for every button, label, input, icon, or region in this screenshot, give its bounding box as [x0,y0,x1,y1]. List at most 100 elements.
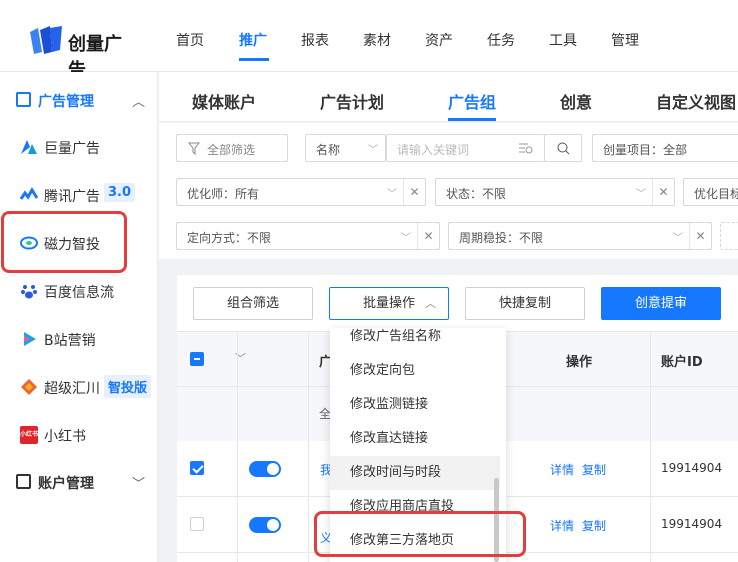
sidebar-item-juliang[interactable]: 巨量广告 [0,126,158,166]
row-status-toggle[interactable] [249,517,281,533]
juliang-icon [21,140,37,154]
tab-ad-plans[interactable]: 广告计划 [320,89,384,113]
optimizer-value: 优化师：所有 [187,187,260,201]
batch-operations-button[interactable]: 批量操作 ︿ [329,287,449,320]
account-icon [16,474,31,489]
sidebar-group-account-management[interactable]: 账户管理 ﹀ [0,462,158,502]
keyword-placeholder: 请输入关键词 [397,143,470,157]
account-id: 19914904 [661,517,723,531]
baidu-icon [21,285,37,299]
menu-item-edit-tracking-link[interactable]: 修改监测链接 [330,388,500,422]
sidebar-item-label: 小红书 [44,429,86,445]
nav-promote[interactable]: 推广 [239,30,267,50]
filter-icon [188,142,200,155]
chevron-down-icon: ﹀ [636,189,646,200]
sidebar-group-label: 账户管理 [38,476,94,492]
nav-home[interactable]: 首页 [176,30,204,50]
chevron-up-icon: ︿ [425,297,436,310]
add-filter-slot[interactable] [720,222,738,250]
cycle-bid-select[interactable]: 周期稳投：不限 ﹀ ✕ [448,222,712,250]
chevron-down-icon: ﹀ [132,477,146,492]
project-select[interactable]: 创量项目：全部 [592,134,738,162]
sidebar-group-ad-management[interactable]: 广告管理 ︿ [0,80,158,120]
search-icon [557,142,570,155]
nav-tasks[interactable]: 任务 [487,30,515,50]
entity-tabs: 媒体账户 广告计划 广告组 创意 自定义视图 [159,72,738,122]
row-checkbox[interactable] [190,517,204,531]
column-header-account-id[interactable]: 账户ID [661,351,703,370]
sidebar-item-xiaohongshu[interactable]: 小红书 小红书 [0,414,158,454]
tab-ad-groups[interactable]: 广告组 [448,89,496,113]
all-filter-label: 全部筛选 [207,143,256,157]
nav-materials[interactable]: 素材 [363,30,391,50]
ad-icon [16,92,31,107]
copy-link[interactable]: 复制 [582,517,606,534]
optimize-target-value: 优化目标 [694,187,738,201]
sidebar-item-tencent[interactable]: 腾讯广告 3.0 [0,174,158,214]
creative-submit-button[interactable]: 创意提审 [601,287,721,320]
copy-link[interactable]: 复制 [582,461,606,478]
sidebar-item-huichuan[interactable]: 超级汇川 智投版 [0,366,158,406]
nav-reports[interactable]: 报表 [301,30,329,50]
bilibili-icon [24,332,36,346]
chevron-down-icon: ﹀ [387,189,397,200]
status-value: 状态：不限 [446,187,507,201]
clear-icon[interactable]: ✕ [417,223,439,249]
clear-icon[interactable]: ✕ [652,179,674,205]
row-checkbox[interactable] [190,461,204,475]
tab-creatives[interactable]: 创意 [560,89,592,113]
brand-logo[interactable]: 创量广告 [28,26,138,81]
sidebar-item-label: 百度信息流 [44,285,114,301]
column-divider [650,331,651,562]
sidebar-item-label: 巨量广告 [44,141,100,157]
edition-badge: 智投版 [104,375,152,398]
batch-operations-label: 批量操作 [362,296,415,311]
combo-filter-button[interactable]: 组合筛选 [193,287,313,320]
tab-custom-view[interactable]: 自定义视图 [656,89,736,113]
menu-item-edit-direct-link[interactable]: 修改直达链接 [330,422,500,456]
nav-assets[interactable]: 资产 [425,30,453,50]
tab-media-accounts[interactable]: 媒体账户 [192,89,256,113]
column-header-operations: 操作 [566,355,593,370]
sidebar-item-label: 腾讯广告 [44,189,100,205]
sidebar-group-label: 广告管理 [38,94,94,110]
chevron-down-icon: ﹀ [401,233,411,244]
targeting-select[interactable]: 定向方式：不限 ﹀ ✕ [176,222,440,250]
quick-copy-button[interactable]: 快捷复制 [465,287,585,320]
nav-admin[interactable]: 管理 [611,30,639,50]
clear-icon[interactable]: ✕ [689,223,711,249]
sidebar-item-bilibili[interactable]: B站营销 [0,318,158,358]
name-field-value: 名称 [316,143,341,157]
keyword-input[interactable]: 请输入关键词 [386,134,545,162]
targeting-value: 定向方式：不限 [187,231,272,245]
sidebar: 广告管理 ︿ 巨量广告 腾讯广告 3.0 磁力智投 百度信息流 B站营销 超级汇… [0,72,158,562]
account-id: 19914904 [661,461,723,475]
chevron-down-icon: ﹀ [673,233,683,244]
optimize-target-select[interactable]: 优化目标 [683,178,738,206]
column-divider [237,331,238,562]
batch-input-icon[interactable] [518,142,533,155]
tab-active-indicator [448,118,496,121]
nav-tools[interactable]: 工具 [549,30,577,50]
menu-item-edit-targeting-pack[interactable]: 修改定向包 [330,354,500,388]
status-select[interactable]: 状态：不限 ﹀ ✕ [435,178,675,206]
all-filter-button[interactable]: 全部筛选 [176,134,288,162]
sidebar-item-label: B站营销 [44,333,96,349]
column-divider [308,331,309,562]
select-all-checkbox[interactable] [190,352,204,366]
optimizer-select[interactable]: 优化师：所有 ﹀ ✕ [176,178,426,206]
cycle-bid-value: 周期稳投：不限 [459,231,544,245]
search-button[interactable] [544,134,582,162]
menu-item-rename-group[interactable]: 修改广告组名称 [330,328,500,354]
chevron-down-icon: ﹀ [368,145,378,156]
detail-link[interactable]: 详情 [550,461,574,478]
menu-item-edit-schedule[interactable]: 修改时间与时段 [330,456,500,490]
row-status-toggle[interactable] [249,461,281,477]
name-field-select[interactable]: 名称 ﹀ [305,134,386,162]
top-navigation-bar: 创量广告 首页 推广 报表 素材 资产 任务 工具 管理 [0,0,738,81]
clear-icon[interactable]: ✕ [403,179,425,205]
sidebar-item-baidu[interactable]: 百度信息流 [0,270,158,310]
filter-panel: 全部筛选 名称 ﹀ 请输入关键词 创量项目：全部 优化师：所有 ﹀ ✕ 状态：不… [159,123,738,259]
sidebar-item-label: 超级汇川 [44,381,100,397]
detail-link[interactable]: 详情 [550,517,574,534]
